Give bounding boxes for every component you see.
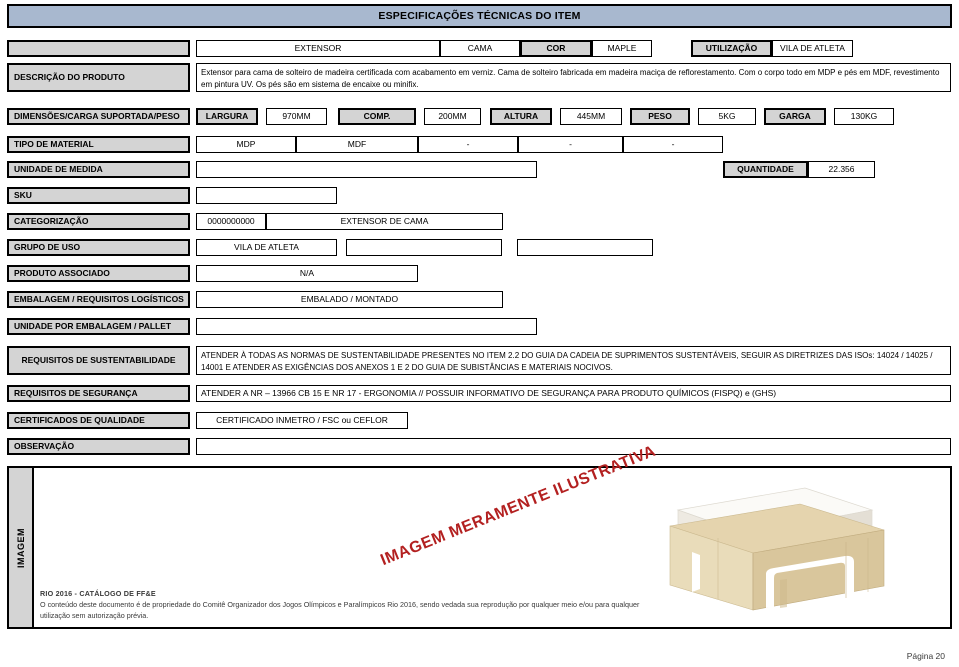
- page-title: ESPECIFICAÇÕES TÉCNICAS DO ITEM: [378, 10, 581, 22]
- sustainability-text[interactable]: ATENDER À TODAS AS NORMAS DE SUSTENTABIL…: [196, 346, 951, 375]
- dimension-value-comp[interactable]: 200MM: [424, 108, 481, 125]
- dimension-value-garga[interactable]: 130KG: [834, 108, 894, 125]
- material-value-1[interactable]: MDP: [196, 136, 296, 153]
- categorization-label: CATEGORIZAÇÃO: [7, 213, 190, 230]
- image-section-spine-label: IMAGEM: [15, 527, 26, 568]
- dimension-label-peso: PESO: [630, 108, 690, 125]
- copyright-title: RIO 2016 - CATÁLOGO DE FF&E: [40, 589, 156, 598]
- packaging-value[interactable]: EMBALADO / MONTADO: [196, 291, 503, 308]
- color-value-cell[interactable]: MAPLE: [592, 40, 652, 57]
- dimension-label-largura: LARGURA: [196, 108, 258, 125]
- usage-value: VILA DE ATLETA: [780, 42, 845, 53]
- safety-label: REQUISITOS DE SEGURANÇA: [7, 385, 190, 402]
- item-type-cell[interactable]: CAMA: [440, 40, 520, 57]
- item-name-value: EXTENSOR: [294, 42, 342, 53]
- color-value: MAPLE: [607, 42, 637, 53]
- sustainability-label: REQUISITOS DE SUSTENTABILIDADE: [7, 346, 190, 375]
- usage-group-value-3[interactable]: [517, 239, 653, 256]
- item-type-value: CAMA: [467, 42, 493, 53]
- description-text[interactable]: Extensor para cama de solteiro de madeir…: [196, 63, 951, 92]
- dimension-value-peso[interactable]: 5KG: [698, 108, 756, 125]
- safety-text[interactable]: ATENDER A NR – 13966 CB 15 E NR 17 - ERG…: [196, 385, 951, 402]
- usage-label: UTILIZAÇÃO: [691, 40, 772, 57]
- dimension-label-altura: ALTURA: [490, 108, 552, 125]
- image-section-spine: IMAGEM: [9, 468, 34, 627]
- unit-per-package-value[interactable]: [196, 318, 537, 335]
- material-value-3[interactable]: -: [418, 136, 518, 153]
- dimension-value-largura[interactable]: 970MM: [266, 108, 327, 125]
- material-value-5[interactable]: -: [623, 136, 723, 153]
- color-label: COR: [520, 40, 592, 57]
- unit-measure-label: UNIDADE DE MEDIDA: [7, 161, 190, 178]
- product-photo: [669, 487, 885, 611]
- copyright-text: O conteúdo deste documento é de propried…: [40, 600, 640, 621]
- usage-value-cell[interactable]: VILA DE ATLETA: [772, 40, 853, 57]
- quality-text[interactable]: CERTIFICADO INMETRO / FSC ou CEFLOR: [196, 412, 408, 429]
- usage-group-label: GRUPO DE USO: [7, 239, 190, 256]
- unit-measure-value[interactable]: [196, 161, 537, 178]
- associated-product-value[interactable]: N/A: [196, 265, 418, 282]
- material-value-2[interactable]: MDF: [296, 136, 418, 153]
- quality-label: CERTIFICADOS DE QUALIDADE: [7, 412, 190, 429]
- packaging-label: EMBALAGEM / REQUISITOS LOGÍSTICOS: [7, 291, 190, 308]
- dimension-value-altura[interactable]: 445MM: [560, 108, 622, 125]
- header-blank-label: [7, 40, 190, 57]
- item-name-cell[interactable]: EXTENSOR: [196, 40, 440, 57]
- dimensions-label: DIMENSÕES/CARGA SUPORTADA/PESO: [7, 108, 190, 125]
- associated-product-label: PRODUTO ASSOCIADO: [7, 265, 190, 282]
- page-title-banner: ESPECIFICAÇÕES TÉCNICAS DO ITEM: [7, 4, 952, 28]
- sku-label: SKU: [7, 187, 190, 204]
- page-number: Página 20: [906, 651, 945, 661]
- observation-value[interactable]: [196, 438, 951, 455]
- quantity-label: QUANTIDADE: [723, 161, 808, 178]
- unit-per-package-label: UNIDADE POR EMBALAGEM / PALLET: [7, 318, 190, 335]
- dimension-label-garga: GARGA: [764, 108, 826, 125]
- copyright-block: RIO 2016 - CATÁLOGO DE FF&E O conteúdo d…: [40, 588, 660, 621]
- usage-group-value-1[interactable]: VILA DE ATLETA: [196, 239, 337, 256]
- dimension-label-comp: COMP.: [338, 108, 416, 125]
- sku-value[interactable]: [196, 187, 337, 204]
- description-label: DESCRIÇÃO DO PRODUTO: [7, 63, 190, 92]
- categorization-name[interactable]: EXTENSOR DE CAMA: [266, 213, 503, 230]
- categorization-code[interactable]: 0000000000: [196, 213, 266, 230]
- material-value-4[interactable]: -: [518, 136, 623, 153]
- quantity-value[interactable]: 22.356: [808, 161, 875, 178]
- spec-sheet-page: ESPECIFICAÇÕES TÉCNICAS DO ITEM EXTENSOR…: [0, 0, 959, 667]
- observation-label: OBSERVAÇÃO: [7, 438, 190, 455]
- material-label: TIPO DE MATERIAL: [7, 136, 190, 153]
- usage-group-value-2[interactable]: [346, 239, 502, 256]
